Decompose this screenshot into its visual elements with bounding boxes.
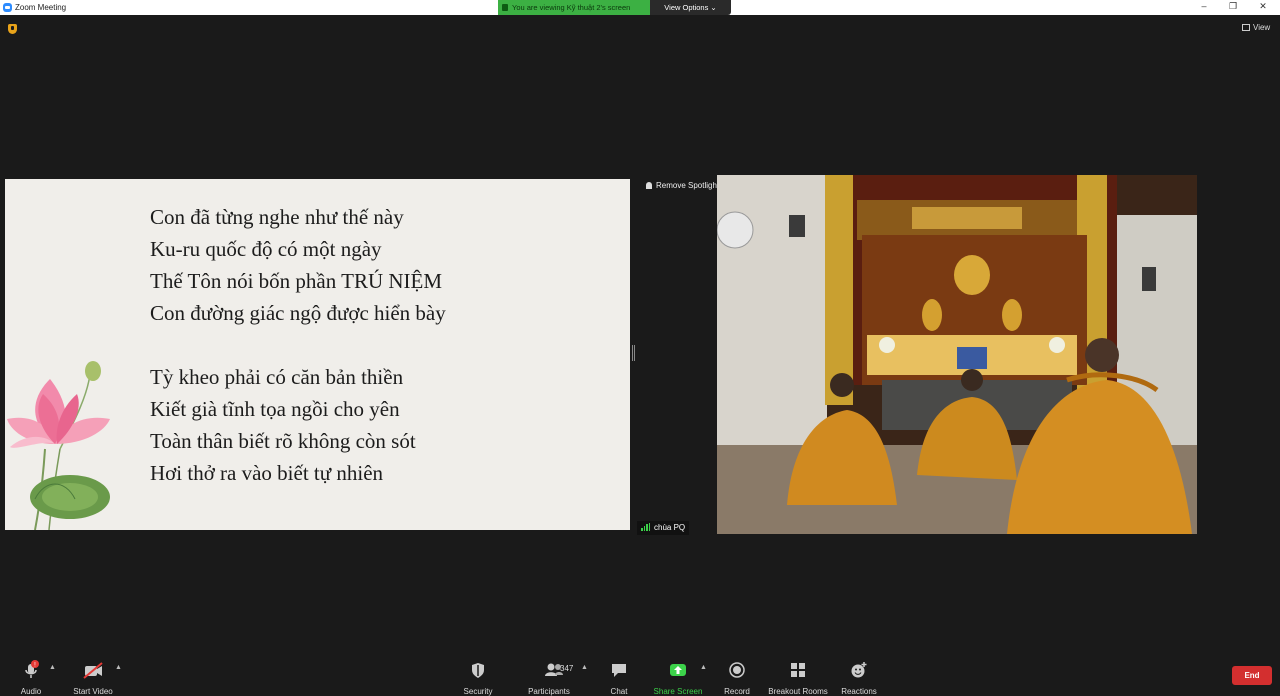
security-shield-icon[interactable] [8,24,17,34]
shield-icon [472,663,484,678]
poem-line: Con đường giác ngộ được hiển bày [150,301,446,325]
shared-screen-slide: Con đã từng nghe như thế này Ku-ru quốc … [5,179,630,530]
viewing-screen-text: You are viewing Kỹ thuật 2's screen [512,3,631,12]
view-layout-button[interactable]: View [1242,23,1270,32]
lotus-flower-illustration [7,361,110,530]
meeting-toolbar: ! Audio ▲ Start Video ▲ Security Partici… [0,654,1280,696]
chat-bubble-icon [612,664,626,677]
record-button[interactable]: Record [723,660,751,696]
share-screen-up-arrow-icon [670,664,686,676]
breakout-rooms-label: Breakout Rooms [768,687,828,696]
smiley-plus-icon [851,662,867,678]
panel-resize-handle[interactable] [632,345,635,361]
remove-spotlight-label: Remove Spotlight [656,181,720,190]
participant-name-badge: chùa PQ [637,521,690,535]
breakout-rooms-button[interactable]: Breakout Rooms [768,660,828,696]
breakout-rooms-grid-icon [791,663,805,677]
participants-label: Participants [528,687,570,696]
start-video-label: Start Video [73,687,113,696]
reactions-label: Reactions [841,687,877,696]
window-title: Zoom Meeting [15,3,67,12]
zoom-logo-icon [3,3,12,12]
viewing-screen-banner: You are viewing Kỹ thuật 2's screen [498,0,650,15]
poem-line: Hơi thở ra vào biết tự nhiên [150,461,384,485]
chat-label: Chat [610,687,628,696]
pin-icon [646,182,652,189]
audio-button[interactable]: ! Audio [15,660,47,696]
record-label: Record [724,687,750,696]
temple-video-frame [717,175,1197,534]
poem-line: Tỳ kheo phải có căn bản thiền [150,365,404,389]
share-screen-icon [502,4,508,11]
participants-options-caret[interactable]: ▲ [581,664,588,671]
view-button-label: View [1253,23,1271,32]
reactions-button[interactable]: Reactions [841,660,877,696]
participant-video[interactable] [717,175,1197,534]
video-camera-off-icon [83,662,103,679]
remove-spotlight-button[interactable]: Remove Spotlight [646,181,719,190]
video-options-caret[interactable]: ▲ [115,664,122,671]
poem-line: Ku-ru quốc độ có một ngày [150,237,382,261]
security-label: Security [463,687,493,696]
chat-button[interactable]: Chat [606,660,632,696]
start-video-button[interactable]: Start Video [70,660,116,696]
participant-name: chùa PQ [654,523,686,532]
microphone-icon: ! [25,660,39,678]
poem-line: Thế Tôn nói bốn phần TRÚ NIỆM [150,269,443,293]
grid-view-icon [1242,24,1250,31]
minimize-button[interactable]: – [1197,1,1211,11]
signal-strength-icon [641,523,651,533]
security-button[interactable]: Security [461,660,495,696]
share-screen-label: Share Screen [653,687,703,696]
audio-label: Audio [20,687,42,696]
share-screen-button[interactable]: Share Screen [653,660,703,696]
record-icon [729,662,745,678]
poem-line: Con đã từng nghe như thế này [150,205,404,229]
close-button[interactable]: ✕ [1256,1,1270,12]
share-options-caret[interactable]: ▲ [700,664,707,671]
poem-text: Con đã từng nghe như thế này Ku-ru quốc … [150,201,446,489]
view-options-button[interactable]: View Options ⌄ [650,0,731,15]
poem-line: Kiết già tĩnh tọa ngồi cho yên [150,397,400,421]
restore-button[interactable]: ❐ [1226,1,1240,12]
participant-count: 347 [560,664,574,673]
poem-line: Toàn thân biết rõ không còn sót [150,429,416,453]
audio-options-caret[interactable]: ▲ [49,664,56,671]
end-meeting-button[interactable]: End [1232,666,1272,685]
